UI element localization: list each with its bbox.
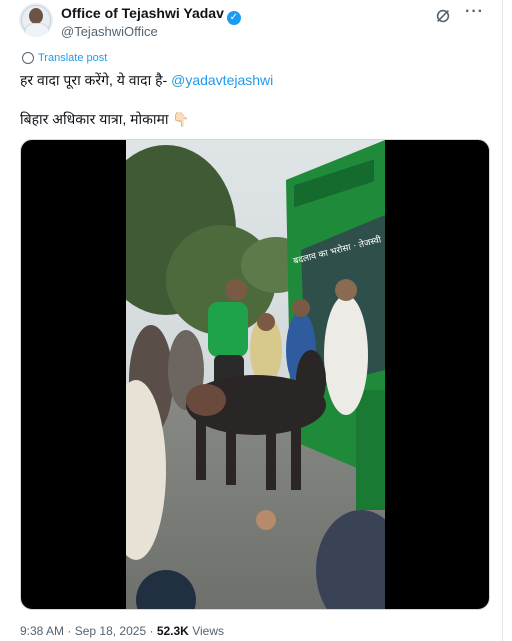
author-name[interactable]: Office of Tejashwi Yadav	[61, 5, 224, 21]
avatar-head	[29, 8, 43, 24]
views-label: Views	[192, 624, 224, 638]
views-count: 52.3K	[156, 624, 189, 638]
avatar[interactable]	[19, 3, 53, 37]
meta-separator-2: ·	[149, 624, 154, 638]
post-text-main: हर वादा पूरा करेंगे, ये वादा है-	[20, 72, 172, 88]
more-options-icon[interactable]: ···	[465, 3, 484, 21]
verified-badge-icon: ✓	[226, 11, 241, 25]
author-handle[interactable]: @TejashwiOffice	[61, 24, 158, 39]
post-text-location: बिहार अधिकार यात्रा, मोकामा	[20, 111, 169, 127]
post-text-line-2: बिहार अधिकार यात्रा, मोकामा 👇🏻	[20, 110, 190, 129]
post-meta: 9:38 AM · Sep 18, 2025 · 52.3K Views	[20, 624, 224, 638]
globe-icon	[22, 52, 34, 64]
author-name-row[interactable]: Office of Tejashwi Yadav ✓	[61, 5, 241, 25]
avatar-body	[24, 23, 50, 37]
translate-label[interactable]: Translate post	[38, 52, 107, 64]
translate-post-link[interactable]: Translate post	[22, 52, 107, 64]
mention-link[interactable]: @yadavtejashwi	[171, 72, 273, 88]
pointing-down-emoji: 👇🏻	[172, 111, 190, 127]
post-date[interactable]: Sep 18, 2025	[75, 624, 146, 638]
post-card: Office of Tejashwi Yadav ✓ @TejashwiOffic…	[0, 0, 503, 641]
post-header: Office of Tejashwi Yadav ✓ @TejashwiOffic…	[19, 3, 490, 43]
meta-separator: ·	[67, 624, 72, 638]
post-time[interactable]: 9:38 AM	[20, 624, 64, 638]
video-player[interactable]: बदलाव का भरोसा · तेजस्वी	[20, 139, 490, 610]
video-scene: बदलाव का भरोसा · तेजस्वी	[126, 140, 385, 609]
video-frame[interactable]: बदलाव का भरोसा · तेजस्वी	[126, 140, 385, 609]
grok-icon[interactable]	[434, 7, 452, 25]
post-text-line-1: हर वादा पूरा करेंगे, ये वादा है- @yadavt…	[20, 71, 273, 90]
